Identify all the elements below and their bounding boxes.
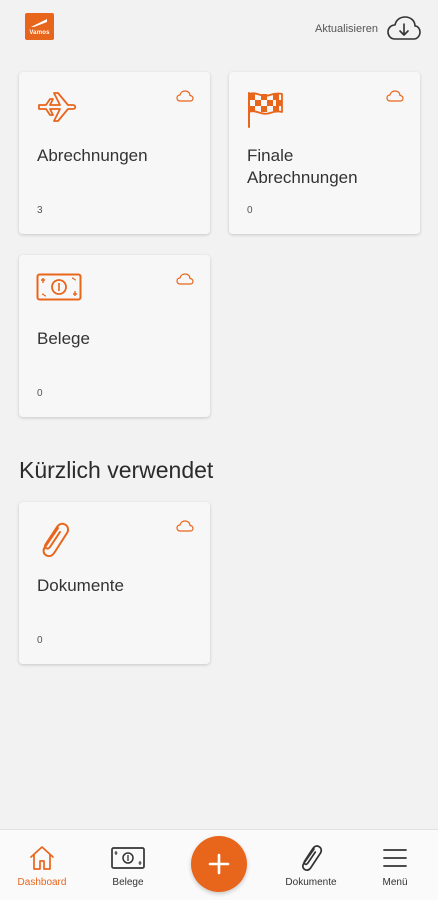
paperclip-icon <box>42 522 70 558</box>
card-dokumente[interactable]: Dokumente 0 <box>19 502 210 664</box>
nav-item-menu[interactable]: Menü <box>355 830 435 900</box>
paperclip-icon <box>302 845 323 871</box>
cloud-icon <box>176 520 194 532</box>
cloud-icon <box>176 273 194 285</box>
card-title: Finale Abrechnungen <box>247 146 358 187</box>
nav-item-belege[interactable]: Belege <box>88 830 168 900</box>
app-header: Vamos Aktualisieren <box>0 0 438 60</box>
card-title: Abrechnungen <box>37 146 148 165</box>
plus-icon <box>208 853 230 875</box>
checkered-flag-icon <box>248 92 283 128</box>
card-title: Dokumente <box>37 576 124 595</box>
logo-text: Vamos <box>29 30 50 36</box>
recent-section-title: Kürzlich verwendet <box>19 457 214 483</box>
card-count: 3 <box>37 205 43 216</box>
logo-mark-icon <box>31 19 47 27</box>
app-logo: Vamos <box>25 13 54 40</box>
card-title: Belege <box>37 329 90 348</box>
refresh-button[interactable]: Aktualisieren <box>315 14 422 44</box>
add-button[interactable] <box>191 836 247 892</box>
card-count: 0 <box>37 388 43 399</box>
cloud-download-icon <box>387 16 421 40</box>
nav-label: Dashboard <box>17 877 67 888</box>
cloud-icon <box>176 90 194 102</box>
card-finale-abrechnungen[interactable]: Finale Abrechnungen 0 <box>229 72 420 234</box>
cloud-icon <box>386 90 404 102</box>
banknote-icon <box>111 847 145 869</box>
nav-label: Belege <box>112 877 144 888</box>
nav-label: Menü <box>382 877 408 888</box>
refresh-label: Aktualisieren <box>315 23 378 35</box>
nav-label: Dokumente <box>285 877 337 888</box>
card-count: 0 <box>247 205 253 216</box>
banknote-icon <box>36 273 82 301</box>
card-count: 0 <box>37 635 43 646</box>
home-icon <box>30 846 54 870</box>
card-abrechnungen[interactable]: Abrechnungen 3 <box>19 72 210 234</box>
hamburger-menu-icon <box>383 849 407 867</box>
nav-item-dashboard[interactable]: Dashboard <box>2 830 82 900</box>
nav-item-dokumente[interactable]: Dokumente <box>271 830 351 900</box>
airplane-icon <box>38 92 77 122</box>
card-belege[interactable]: Belege 0 <box>19 255 210 417</box>
